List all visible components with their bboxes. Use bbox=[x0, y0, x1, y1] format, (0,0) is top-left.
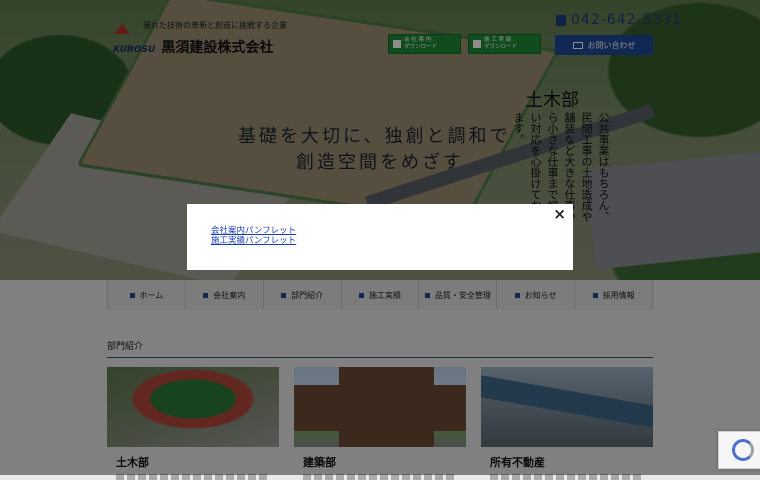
close-icon[interactable]: × bbox=[553, 207, 566, 222]
recaptcha-badge[interactable] bbox=[718, 431, 760, 469]
download-modal: × 会社案内パンフレット 施工実績パンフレット bbox=[187, 204, 573, 270]
company-brochure-link[interactable]: 会社案内パンフレット bbox=[211, 226, 296, 236]
recaptcha-icon bbox=[732, 439, 754, 461]
works-brochure-link[interactable]: 施工実績パンフレット bbox=[211, 236, 296, 246]
